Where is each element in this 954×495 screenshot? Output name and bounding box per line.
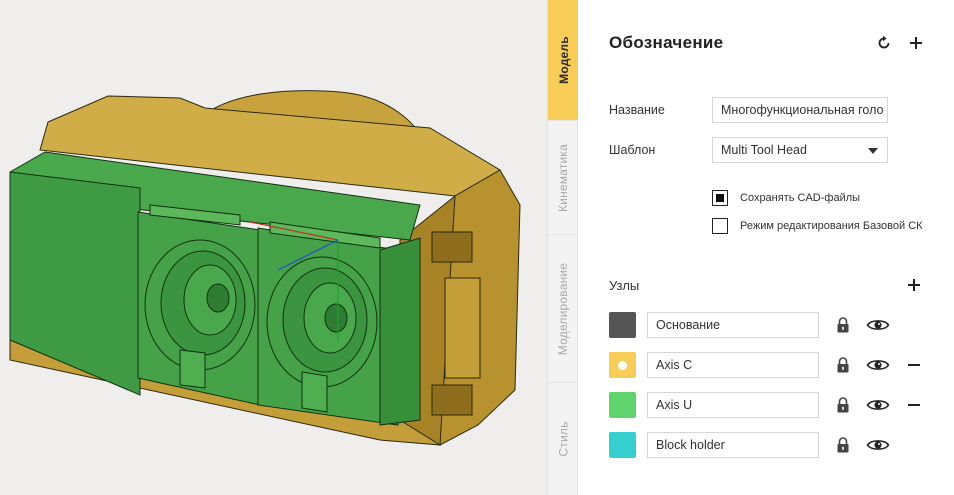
save-cad-checkbox[interactable] <box>712 190 728 206</box>
properties-panel: Обозначение Название Многофункциональная… <box>578 0 954 495</box>
save-cad-label: Сохранять CAD-файлы <box>740 192 861 204</box>
template-select-value: Multi Tool Head <box>721 143 807 157</box>
node-row: Block holder <box>609 432 929 458</box>
node-color-swatch[interactable] <box>609 392 636 418</box>
eye-icon[interactable] <box>866 437 890 453</box>
node-name-input[interactable]: Основание <box>647 312 819 338</box>
plus-icon <box>908 279 920 291</box>
node-row: Основание <box>609 312 929 338</box>
node-name-input[interactable]: Axis U <box>647 392 819 418</box>
eye-icon[interactable] <box>866 397 890 413</box>
tab-modeling-label: Моделирование <box>556 262 571 355</box>
node-name-input[interactable]: Axis C <box>647 352 819 378</box>
add-button[interactable] <box>905 32 927 54</box>
minus-icon[interactable] <box>905 396 923 414</box>
add-node-button[interactable] <box>903 274 925 296</box>
tab-model-label: Модель <box>556 36 571 84</box>
plus-icon <box>910 37 922 49</box>
selected-dot-icon <box>618 361 627 370</box>
lock-icon[interactable] <box>835 396 851 414</box>
lock-icon[interactable] <box>835 436 851 454</box>
checkbox-checked-mark <box>716 194 724 202</box>
node-color-swatch[interactable] <box>609 432 636 458</box>
tab-model[interactable]: Модель <box>548 0 579 121</box>
edit-base-cs-checkbox[interactable] <box>712 218 728 234</box>
node-row: Axis C <box>609 352 929 378</box>
chevron-down-icon <box>868 148 878 154</box>
3d-viewport[interactable] <box>0 0 547 495</box>
reset-button[interactable] <box>873 32 895 54</box>
save-cad-checkbox-row[interactable]: Сохранять CAD-файлы <box>712 190 860 206</box>
tab-style-label: Стиль <box>556 421 571 457</box>
panel-title: Обозначение <box>609 33 724 52</box>
lock-icon[interactable] <box>835 316 851 334</box>
name-label: Название <box>609 103 665 117</box>
vertical-tab-bar: Модель Кинематика Моделирование Стиль <box>547 0 579 495</box>
node-name-input[interactable]: Block holder <box>647 432 819 458</box>
nodes-section-title: Узлы <box>609 278 640 293</box>
tab-kinematics[interactable]: Кинематика <box>548 121 579 235</box>
edit-base-cs-label: Режим редактирования Базовой СК <box>740 220 923 232</box>
reset-icon <box>878 35 890 49</box>
name-input[interactable]: Многофункциональная голо <box>712 97 888 123</box>
eye-icon[interactable] <box>866 357 890 373</box>
node-color-swatch[interactable] <box>609 312 636 338</box>
tab-style[interactable]: Стиль <box>548 383 579 495</box>
template-label: Шаблон <box>609 143 656 157</box>
template-select[interactable]: Multi Tool Head <box>712 137 888 163</box>
node-row: Axis U <box>609 392 929 418</box>
lock-icon[interactable] <box>835 356 851 374</box>
model-render <box>9 90 521 446</box>
node-color-swatch[interactable] <box>609 352 636 378</box>
minus-icon[interactable] <box>905 356 923 374</box>
tab-kinematics-label: Кинематика <box>556 143 571 212</box>
tab-modeling[interactable]: Моделирование <box>548 235 579 383</box>
edit-base-cs-checkbox-row[interactable]: Режим редактирования Базовой СК <box>712 218 923 234</box>
eye-icon[interactable] <box>866 317 890 333</box>
